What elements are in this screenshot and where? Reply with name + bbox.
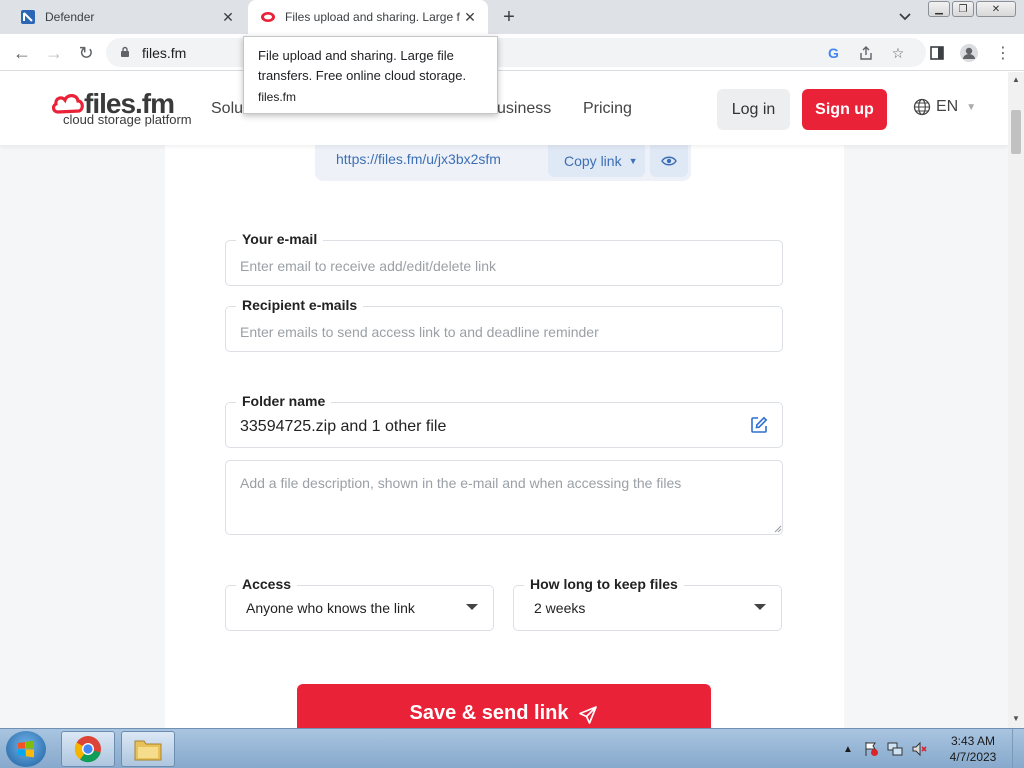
scroll-up-icon[interactable]: ▲ xyxy=(1011,75,1021,85)
taskbar-chrome[interactable] xyxy=(61,731,115,767)
browser-toolbar: ← → ↻ files.fm G ☆ ⋮ xyxy=(0,34,1024,71)
filesfm-logo[interactable]: files.fm cloud storage platform xyxy=(52,88,192,130)
google-translate-icon[interactable]: G xyxy=(824,43,844,63)
menu-kebab-icon[interactable]: ⋮ xyxy=(992,42,1014,64)
dropdown-caret-icon xyxy=(754,604,766,610)
bookmark-star-icon[interactable]: ☆ xyxy=(888,43,908,63)
profile-avatar-icon[interactable] xyxy=(958,42,980,64)
url-text: files.fm xyxy=(142,45,187,61)
folder-icon xyxy=(134,740,162,761)
filesfm-favicon-icon xyxy=(261,12,275,22)
send-plane-icon xyxy=(579,706,598,724)
tab-hover-tooltip: File upload and sharing. Large file tran… xyxy=(243,36,498,114)
description-placeholder: Add a file description, shown in the e-m… xyxy=(240,475,682,491)
access-value: Anyone who knows the link xyxy=(246,600,415,616)
share-link-url[interactable]: https://files.fm/u/jx3bx2sfm xyxy=(336,151,501,167)
side-panel-icon[interactable] xyxy=(926,42,948,64)
tab-title: Files upload and sharing. Large files xyxy=(285,10,460,24)
keep-duration-label: How long to keep files xyxy=(524,576,684,592)
share-icon[interactable] xyxy=(856,43,876,63)
keep-duration-value: 2 weeks xyxy=(534,600,586,616)
language-selector[interactable]: EN ▼ xyxy=(913,98,976,116)
taskbar-file-explorer[interactable] xyxy=(121,731,175,767)
svg-text:G: G xyxy=(828,45,839,61)
save-send-link-label: Save & send link xyxy=(409,702,569,724)
copy-link-label: Copy link xyxy=(564,153,622,169)
close-window-button[interactable]: ✕ xyxy=(976,1,1016,17)
eye-icon xyxy=(661,156,677,166)
language-code: EN xyxy=(936,98,959,115)
forward-icon[interactable]: → xyxy=(42,41,66,65)
chevron-down-icon[interactable] xyxy=(896,9,914,25)
network-icon[interactable] xyxy=(887,741,903,757)
chevron-down-icon: ▼ xyxy=(628,156,638,166)
show-hidden-icons-icon[interactable]: ▲ xyxy=(843,744,853,755)
volume-muted-icon[interactable] xyxy=(911,741,927,757)
back-icon[interactable]: ← xyxy=(10,41,34,65)
edit-pencil-icon[interactable] xyxy=(750,416,768,434)
description-textarea[interactable] xyxy=(225,460,783,535)
email-placeholder: Enter email to receive add/edit/delete l… xyxy=(240,258,497,274)
minimize-button[interactable]: ▁ xyxy=(928,1,950,17)
site-header: files.fm cloud storage platform Solu usi… xyxy=(0,72,1008,145)
action-center-flag-icon[interactable] xyxy=(863,741,879,757)
upload-card: https://files.fm/u/jx3bx2sfm Copy link ▼… xyxy=(165,145,844,728)
folder-name-label: Folder name xyxy=(236,393,332,409)
save-send-link-button[interactable]: Save & send link xyxy=(297,684,711,728)
login-button[interactable]: Log in xyxy=(717,89,790,130)
nav-solutions[interactable]: Solu xyxy=(211,100,243,118)
lock-icon[interactable] xyxy=(120,46,130,58)
page-viewport: files.fm cloud storage platform Solu usi… xyxy=(0,72,1008,728)
tab-title: Defender xyxy=(45,10,95,24)
recipient-emails-placeholder: Enter emails to send access link to and … xyxy=(240,324,599,340)
logo-subtitle: cloud storage platform xyxy=(63,112,192,127)
tab-filesfm[interactable]: Files upload and sharing. Large files ✕ xyxy=(248,0,488,34)
new-tab-button[interactable]: + xyxy=(498,6,520,28)
dropdown-caret-icon xyxy=(466,604,478,610)
reload-icon[interactable]: ↻ xyxy=(74,41,98,65)
nav-pricing[interactable]: Pricing xyxy=(583,100,632,118)
folder-name-value: 33594725.zip and 1 other file xyxy=(240,418,447,435)
recipient-emails-label: Recipient e-mails xyxy=(236,297,364,313)
resize-handle-icon[interactable] xyxy=(774,525,782,533)
start-button[interactable] xyxy=(6,731,46,767)
restore-button[interactable]: ❐ xyxy=(952,1,974,17)
nav-business[interactable]: usiness xyxy=(497,100,551,118)
tab-strip: Defender ✕ Files upload and sharing. Lar… xyxy=(0,0,1024,34)
close-tab-icon[interactable]: ✕ xyxy=(460,7,480,27)
address-bar[interactable]: files.fm G ☆ xyxy=(106,38,926,67)
copy-link-button[interactable]: Copy link ▼ xyxy=(548,145,645,177)
scrollbar-thumb[interactable] xyxy=(1011,110,1021,154)
clock-time: 3:43 AM xyxy=(950,734,996,748)
windows-logo-icon xyxy=(18,740,34,758)
page-scrollbar[interactable]: ▲ ▼ xyxy=(1008,72,1024,728)
taskbar-clock[interactable]: 3:43 AM 4/7/2023 xyxy=(938,733,1008,765)
scroll-down-icon[interactable]: ▼ xyxy=(1011,714,1021,724)
share-link-bar: https://files.fm/u/jx3bx2sfm Copy link ▼ xyxy=(315,145,691,181)
tooltip-domain: files.fm xyxy=(258,90,297,104)
email-label: Your e-mail xyxy=(236,231,324,247)
globe-icon xyxy=(913,98,931,116)
signup-button[interactable]: Sign up xyxy=(802,89,887,130)
show-desktop-button[interactable] xyxy=(1012,729,1024,768)
preview-eye-button[interactable] xyxy=(650,145,688,177)
system-tray: ▲ xyxy=(843,729,927,768)
tooltip-title: File upload and sharing. Large file tran… xyxy=(258,48,467,83)
chevron-down-icon: ▼ xyxy=(966,101,977,113)
close-tab-icon[interactable]: ✕ xyxy=(218,7,238,27)
window-controls: ▁ ❐ ✕ xyxy=(928,1,1018,17)
windows-taskbar: ▲ 3:43 AM 4/7/2023 xyxy=(0,728,1024,768)
clock-date: 4/7/2023 xyxy=(949,750,997,764)
chrome-icon xyxy=(74,736,101,763)
access-label: Access xyxy=(236,576,298,592)
defender-icon xyxy=(21,10,35,24)
tab-defender[interactable]: Defender ✕ xyxy=(8,0,246,34)
